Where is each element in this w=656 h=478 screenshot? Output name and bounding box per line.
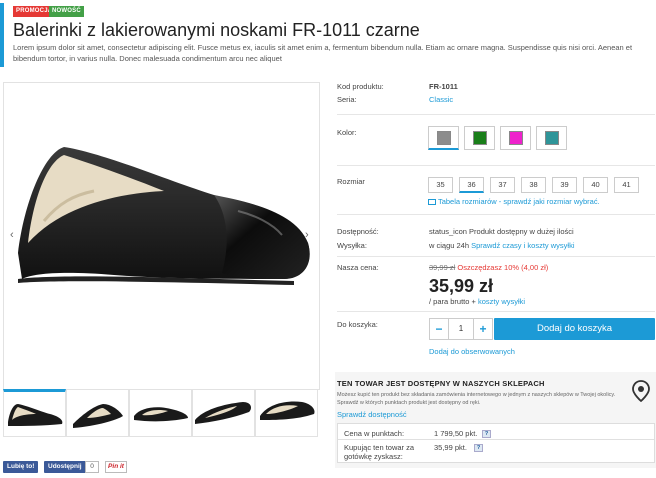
availability-value: status_icon Produkt dostępny w dużej ilo…	[429, 227, 574, 236]
product-code-label: Kod produktu:	[337, 82, 384, 91]
add-to-watchlist-link[interactable]: Dodaj do obserwowanych	[429, 347, 515, 356]
divider	[337, 114, 655, 115]
size-option[interactable]: 35	[428, 177, 453, 193]
add-to-cart-button[interactable]: Dodaj do koszyka	[494, 318, 655, 340]
thumbnail-2[interactable]	[66, 389, 129, 437]
product-description: Lorem ipsum dolor sit amet, consectetur …	[13, 43, 633, 63]
check-availability-link[interactable]: Sprawdź dostępność	[337, 410, 407, 419]
size-label: Rozmiar	[337, 177, 365, 186]
divider	[337, 214, 655, 215]
product-title: Balerinki z lakierowanymi noskami FR-101…	[13, 20, 420, 40]
size-option[interactable]: 40	[583, 177, 608, 193]
quantity-minus-button[interactable]: −	[430, 319, 448, 339]
facebook-like-button[interactable]: Lubię to!	[3, 461, 39, 473]
store-title: TEN TOWAR JEST DOSTĘPNY W NASZYCH SKLEPA…	[337, 379, 545, 388]
status-icon: status_icon	[429, 227, 467, 236]
points-value: 1 799,50 pkt.	[434, 429, 478, 438]
thumbnail-4[interactable]	[192, 389, 255, 437]
earn-help-icon[interactable]: ?	[474, 444, 483, 452]
thumbnail-1[interactable]	[3, 389, 66, 437]
points-table: Cena w punktach: 1 799,50 pkt. ? Kupując…	[337, 423, 655, 463]
color-option-teal[interactable]	[536, 126, 567, 150]
savings: Oszczędzasz 10% (4,00 zł)	[457, 263, 549, 272]
gallery-prev-icon[interactable]: ‹	[10, 229, 14, 241]
size-table-link[interactable]: Tabela rozmiarów - sprawdź jaki rozmiar …	[428, 197, 600, 206]
size-option[interactable]: 39	[552, 177, 577, 193]
gallery-next-icon[interactable]: ›	[305, 229, 309, 241]
earn-value: 35,99 pkt.	[434, 443, 467, 452]
swatch-teal	[544, 131, 559, 145]
color-option-green[interactable]	[464, 126, 495, 150]
main-image[interactable]: ‹ ›	[3, 82, 320, 390]
price-note: / para brutto +	[429, 297, 476, 306]
divider	[337, 256, 655, 257]
old-price: 39,99 zł	[429, 263, 456, 272]
share-count: 0	[85, 461, 99, 473]
shipping-label: Wysyłka:	[337, 241, 367, 250]
thumbnail-strip	[3, 389, 320, 437]
swatch-green	[472, 131, 487, 145]
swatch-grey	[436, 130, 451, 145]
product-code-value: FR-1011	[429, 82, 458, 91]
size-option[interactable]: 41	[614, 177, 639, 193]
cart-label: Do koszyka:	[337, 320, 378, 329]
store-description: Możesz kupić ten produkt bez składania z…	[337, 392, 616, 406]
divider	[338, 439, 654, 440]
ruler-table-icon	[428, 199, 436, 206]
divider	[337, 311, 655, 312]
shipping-value: w ciągu 24h Sprawdź czasy i koszty wysył…	[429, 241, 574, 250]
quantity-input[interactable]: 1	[448, 319, 474, 339]
new-badge: NOWOŚĆ	[49, 6, 84, 17]
shoe-image	[18, 147, 310, 285]
price-label: Nasza cena:	[337, 263, 379, 272]
thumbnail-5[interactable]	[255, 389, 318, 437]
color-option-grey[interactable]	[428, 126, 459, 150]
size-table-link-text: Tabela rozmiarów - sprawdź jaki rozmiar …	[437, 197, 600, 206]
pinterest-button[interactable]: Pin it	[105, 461, 127, 473]
price-note-row: / para brutto + koszty wysyłki	[429, 297, 525, 306]
series-label: Seria:	[337, 95, 357, 104]
shipping-costs-link[interactable]: koszty wysyłki	[478, 297, 525, 306]
shipping-time: w ciągu 24h	[429, 241, 470, 250]
size-option[interactable]: 37	[490, 177, 515, 193]
thumbnail-3[interactable]	[129, 389, 192, 437]
quantity-stepper: − 1 +	[429, 318, 493, 340]
series-link[interactable]: Classic	[429, 95, 453, 104]
current-price: 35,99 zł	[429, 276, 494, 296]
color-option-pink[interactable]	[500, 126, 531, 150]
availability-text: Produkt dostępny w dużej ilości	[469, 227, 574, 236]
map-pin-icon	[632, 380, 650, 402]
title-accent-bar	[0, 3, 4, 67]
divider	[337, 165, 655, 166]
swatch-pink	[508, 131, 523, 145]
points-label: Cena w punktach:	[344, 429, 405, 438]
facebook-share-button[interactable]: Udostępnij	[44, 461, 86, 473]
price-old-row: 39,99 zł Oszczędzasz 10% (4,00 zł)	[429, 263, 548, 272]
color-label: Kolor:	[337, 128, 357, 137]
size-option[interactable]: 38	[521, 177, 546, 193]
points-help-icon[interactable]: ?	[482, 430, 491, 438]
earn-label: Kupując ten towar za gotówkę zyskasz:	[344, 443, 415, 461]
availability-label: Dostępność:	[337, 227, 379, 236]
shipping-link[interactable]: Sprawdź czasy i koszty wysyłki	[471, 241, 574, 250]
quantity-plus-button[interactable]: +	[474, 319, 492, 339]
size-option-selected[interactable]: 36	[459, 177, 484, 193]
